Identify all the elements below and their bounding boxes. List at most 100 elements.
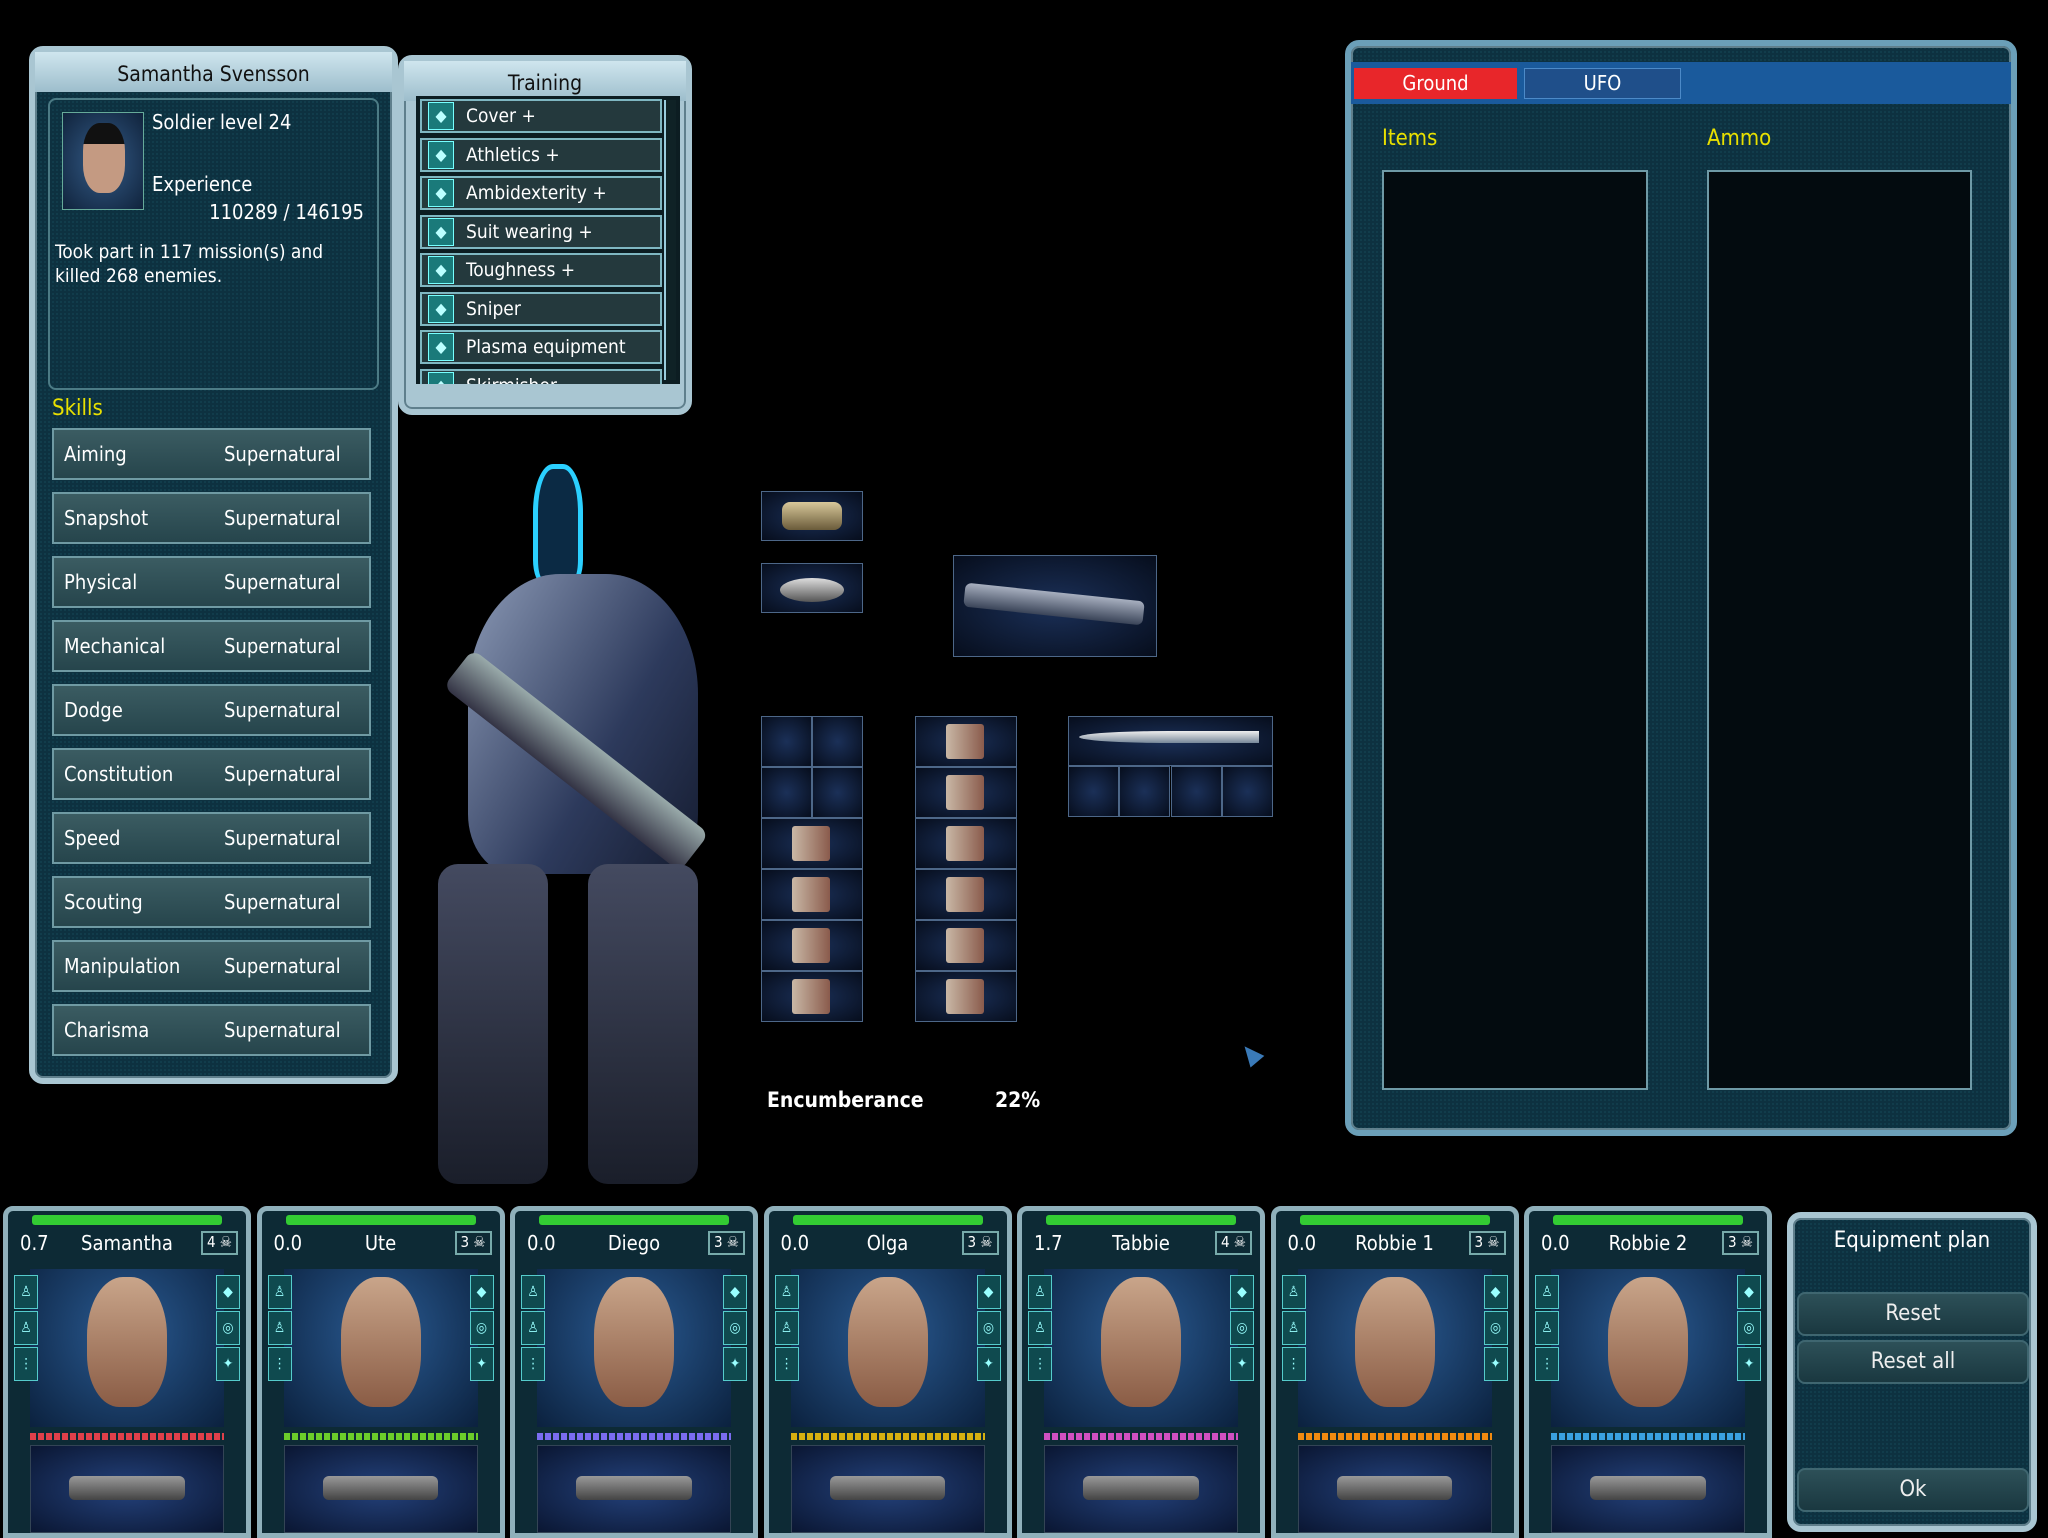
plasma-icon: ◆	[428, 333, 454, 361]
crosshair-icon: ◆	[428, 294, 454, 323]
fire-mode-icon: ⋮	[14, 1347, 38, 1381]
ammo-clip-slot[interactable]	[915, 767, 1017, 818]
ammo-list[interactable]	[1707, 170, 1972, 1090]
training-icon: ◆	[1230, 1275, 1254, 1309]
health-bar	[1553, 1215, 1743, 1225]
soldier-model	[418, 464, 784, 1195]
ammo-clip-slot[interactable]	[915, 818, 1017, 869]
training-item[interactable]: ◆ Plasma equipment	[420, 330, 662, 364]
ammo-clip-slot[interactable]	[761, 920, 863, 971]
belt-pocket-slot[interactable]	[1170, 766, 1222, 817]
cover-icon: ◆	[428, 102, 454, 130]
reset-button[interactable]: Reset	[1797, 1292, 2029, 1336]
soldier-portrait	[62, 112, 144, 210]
ammo-clip-slot[interactable]	[915, 716, 1017, 767]
color-strip	[1551, 1433, 1745, 1440]
skill-value: Supernatural	[224, 826, 341, 850]
squad-card[interactable]: 1.7 Tabbie 4 ☠ ♙ ♙ ⋮ ◆ ◎ ✦	[1017, 1206, 1265, 1538]
backpack-slot[interactable]	[761, 716, 812, 767]
belt-pocket-slot[interactable]	[1119, 766, 1171, 817]
rank-badge: 3 ☠	[708, 1231, 745, 1255]
toughness-icon: ◆	[428, 256, 454, 284]
training-item[interactable]: ◆ Sniper	[420, 291, 662, 326]
weapon-preview	[30, 1445, 224, 1533]
soldier-portrait	[537, 1269, 731, 1427]
skill-value: Supernatural	[224, 954, 341, 978]
ammo-clip-slot[interactable]	[761, 971, 863, 1022]
skill-row: Scouting Supernatural	[52, 876, 371, 928]
training-scrollbar[interactable]	[664, 100, 676, 380]
squad-card[interactable]: 0.0 Olga 3 ☠ ♙ ♙ ⋮ ◆ ◎ ✦	[763, 1206, 1012, 1538]
training-item[interactable]: ◆ Skirmisher	[420, 368, 662, 384]
stance-icon: ♙	[14, 1275, 38, 1309]
head-slot[interactable]	[761, 491, 863, 541]
skull-icon: ☠	[473, 1233, 486, 1251]
items-list[interactable]	[1382, 170, 1648, 1090]
skill-name: Dodge	[64, 698, 123, 722]
training-item[interactable]: ◆ Ambidexterity +	[420, 176, 662, 210]
skill-row: Mechanical Supernatural	[52, 620, 371, 672]
training-item[interactable]: ◆ Cover +	[420, 99, 662, 133]
rank-badge: 3 ☠	[454, 1231, 492, 1255]
training-item[interactable]: ◆ Suit wearing +	[420, 214, 662, 249]
rank-value: 3	[714, 1233, 723, 1251]
health-bar	[1046, 1215, 1236, 1225]
training-icon: ◆	[1483, 1275, 1508, 1309]
training-icon: ✦	[216, 1347, 240, 1381]
skill-value: Supernatural	[224, 634, 341, 658]
training-label: Ambidexterity +	[466, 182, 607, 204]
squad-card[interactable]: 0.0 Robbie 23 ☠ ♙ ♙ ⋮ ◆ ◎ ✦	[1524, 1206, 1772, 1538]
soldier-level: Soldier level 24	[152, 110, 292, 134]
rank-value: 3	[1474, 1233, 1484, 1251]
color-strip	[283, 1433, 478, 1440]
skill-name: Snapshot	[64, 506, 149, 530]
training-label: Suit wearing +	[466, 220, 593, 243]
fire-mode-icon: ⋮	[774, 1347, 799, 1381]
ammo-clip-slot[interactable]	[761, 818, 863, 869]
ammo-label: Ammo	[1707, 126, 1772, 151]
stance-icon: ♙	[1281, 1275, 1306, 1309]
soldier-portrait	[283, 1269, 478, 1427]
skull-icon: ☠	[1233, 1233, 1246, 1251]
skill-row: Physical Supernatural	[52, 556, 371, 608]
ammo-clip-slot[interactable]	[915, 971, 1017, 1022]
tab-ground[interactable]: Ground	[1354, 68, 1517, 99]
training-item[interactable]: ◆ Athletics +	[420, 137, 662, 172]
skill-value: Supernatural	[224, 1018, 341, 1042]
skull-icon: ☠	[726, 1233, 739, 1251]
ammo-clip-slot[interactable]	[915, 869, 1017, 920]
skill-name: Manipulation	[64, 954, 181, 978]
training-title: Training	[404, 61, 686, 101]
experience-label: Experience	[152, 172, 253, 196]
training-icon: ◆	[1737, 1275, 1761, 1309]
knife-slot[interactable]	[1068, 716, 1273, 766]
belt-pocket-slot[interactable]	[1221, 766, 1273, 817]
belt-slot[interactable]	[761, 563, 863, 613]
backpack-slot[interactable]	[761, 767, 812, 818]
squad-card[interactable]: 0.7 Samantha 4 ☠ ♙ ♙ ⋮ ◆ ◎ ✦	[3, 1206, 251, 1538]
training-list: ◆ Cover + ◆ Athletics + ◆ Ambidexterity + ◆ Sui…	[416, 96, 680, 384]
stance-icon: ♙	[1535, 1275, 1559, 1309]
skirmisher-icon: ◆	[428, 371, 454, 384]
ammo-clip-slot[interactable]	[761, 869, 863, 920]
backpack-slot[interactable]	[812, 716, 863, 767]
skull-icon: ☠	[980, 1233, 993, 1251]
backpack-slot[interactable]	[812, 767, 863, 818]
rank-badge: 3 ☠	[961, 1231, 999, 1255]
encumbrance-label: Encumberance	[767, 1088, 924, 1112]
squad-card[interactable]: 0.0 Robbie 13 ☠ ♙ ♙ ⋮ ◆ ◎ ✦	[1270, 1206, 1519, 1538]
training-item[interactable]: ◆ Toughness +	[420, 253, 662, 287]
belt-pocket-slot[interactable]	[1068, 766, 1119, 817]
weapon-preview	[1551, 1445, 1745, 1533]
move-icon: ♙	[1281, 1311, 1306, 1345]
tab-ufo[interactable]: UFO	[1524, 68, 1681, 99]
ok-button[interactable]: Ok	[1797, 1468, 2029, 1512]
ammo-clip-slot[interactable]	[915, 920, 1017, 971]
main-weapon-slot[interactable]	[953, 555, 1157, 657]
soldier-history: Took part in 117 mission(s) and killed 2…	[55, 241, 324, 287]
rank-value: 3	[967, 1233, 977, 1251]
squad-card[interactable]: 0.0 Ute 3 ☠ ♙ ♙ ⋮ ◆ ◎ ✦	[256, 1206, 505, 1538]
squad-card[interactable]: 0.0 Diego 3 ☠ ♙ ♙ ⋮ ◆ ◎ ✦	[510, 1206, 758, 1538]
skill-row: Aiming Supernatural	[52, 428, 371, 480]
reset-all-button[interactable]: Reset all	[1797, 1340, 2029, 1384]
